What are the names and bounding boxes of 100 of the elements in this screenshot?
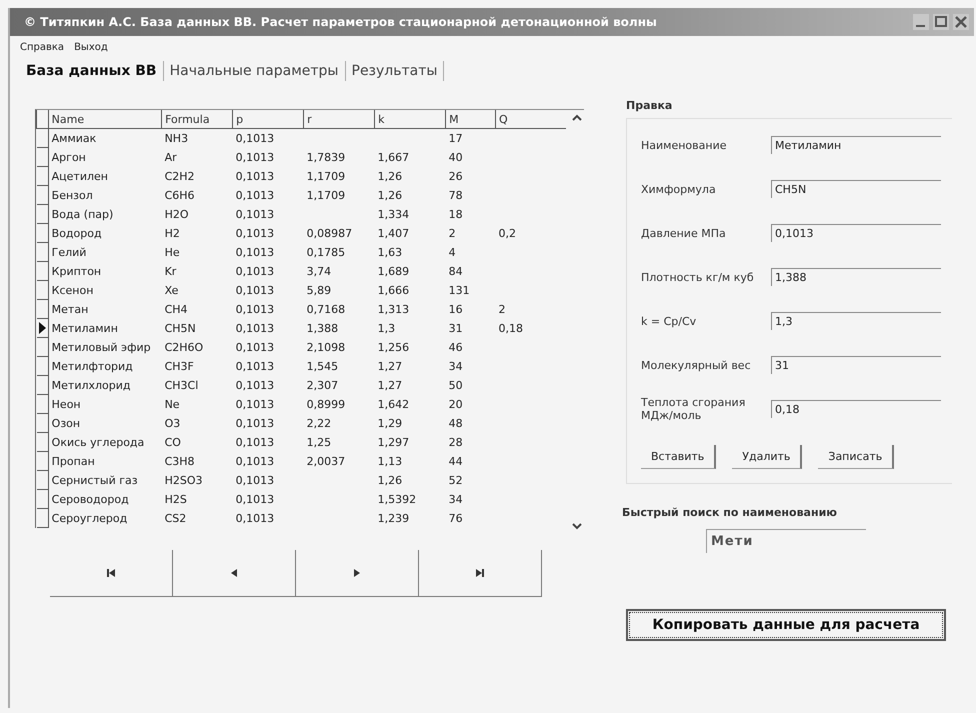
menu-item[interactable]: Справка bbox=[20, 42, 64, 53]
table-cell: 3,74 bbox=[306, 264, 332, 278]
table-cell: H2O bbox=[164, 208, 189, 220]
table-cell: 34 bbox=[448, 360, 463, 372]
table-cell: 2,1098 bbox=[306, 340, 346, 354]
tab[interactable]: База данных ВВ bbox=[20, 61, 164, 81]
table-cell: 1,25 bbox=[306, 436, 332, 448]
table-cell: 50 bbox=[448, 378, 463, 392]
field-label: Химформула bbox=[641, 182, 717, 196]
input-field[interactable]: 31 bbox=[771, 356, 941, 374]
table-cell: Ацетилен bbox=[52, 170, 108, 182]
field-label: Плотность кг/м куб bbox=[641, 270, 755, 284]
table-cell: 5,89 bbox=[306, 284, 332, 296]
table-cell: Ксенон bbox=[52, 284, 94, 296]
action-button[interactable]: Записать bbox=[818, 445, 894, 469]
table-cell: 1,63 bbox=[378, 246, 402, 258]
field-label: Наименование bbox=[641, 138, 728, 152]
table-cell: 0,1013 bbox=[236, 132, 274, 145]
table-cell: 0,8999 bbox=[306, 398, 346, 410]
scroll-down-icon[interactable] bbox=[572, 523, 582, 530]
table-cell: 0,1013 bbox=[236, 170, 274, 182]
table-cell: 2,0037 bbox=[306, 454, 346, 468]
table-cell: Сероуглерод bbox=[52, 512, 128, 524]
table-cell: 1,27 bbox=[378, 378, 402, 392]
column-header[interactable]: Q bbox=[495, 110, 566, 128]
table-cell: 0,1013 bbox=[236, 360, 274, 372]
table-cell: 0,1013 bbox=[236, 264, 274, 278]
table-cell: 0,1013 bbox=[236, 454, 274, 468]
table-cell: 2 bbox=[498, 302, 506, 316]
search-field[interactable]: Мети bbox=[706, 529, 866, 553]
table-cell: 1,26 bbox=[378, 474, 402, 486]
table-cell: Kr bbox=[164, 264, 176, 278]
table-cell: CH4 bbox=[164, 302, 188, 316]
column-header[interactable]: k bbox=[374, 110, 446, 128]
table-cell: 0,1013 bbox=[236, 322, 274, 334]
field-label: Теплота сгорания МДж/моль bbox=[641, 396, 746, 422]
table-cell: C3H8 bbox=[164, 454, 195, 468]
table-cell: Неон bbox=[52, 398, 81, 410]
table-cell: Метилфторид bbox=[52, 360, 133, 372]
input-field[interactable]: 1,3 bbox=[771, 312, 941, 330]
menu-item[interactable]: Выход bbox=[74, 42, 108, 53]
table-cell: 1,239 bbox=[378, 512, 410, 524]
column-header[interactable]: r bbox=[304, 110, 375, 128]
action-button[interactable]: Вставить bbox=[641, 445, 716, 469]
table-cell: 18 bbox=[448, 208, 463, 220]
input-field[interactable]: 0,1013 bbox=[771, 224, 941, 242]
table-cell: 26 bbox=[448, 170, 463, 182]
table-cell: 1,1709 bbox=[306, 188, 346, 202]
table-cell: C6H6 bbox=[164, 188, 195, 202]
table-cell: 0,1013 bbox=[236, 188, 274, 202]
table-cell: 48 bbox=[448, 416, 463, 430]
table-cell: O3 bbox=[164, 416, 180, 430]
search-label: Быстрый поиск по наименованию bbox=[622, 506, 837, 519]
input-field[interactable]: CH5N bbox=[771, 180, 941, 198]
table-cell: 28 bbox=[448, 436, 463, 448]
table-cell: Ne bbox=[164, 398, 180, 410]
maximize-icon[interactable] bbox=[932, 13, 950, 31]
table-cell: 1,5392 bbox=[378, 492, 416, 506]
table-cell: Сероводород bbox=[52, 492, 129, 506]
table-cell: 16 bbox=[448, 302, 463, 316]
table-cell: 4 bbox=[448, 246, 456, 258]
field-label: Давление МПа bbox=[641, 226, 727, 240]
tab[interactable]: Результаты bbox=[346, 61, 444, 81]
table-cell: CH5N bbox=[164, 322, 196, 334]
minimize-icon[interactable] bbox=[912, 13, 930, 31]
table-cell: 0,1013 bbox=[236, 492, 274, 506]
table-cell: 1,313 bbox=[378, 302, 410, 316]
table-cell: Сернистый газ bbox=[52, 474, 138, 486]
table-cell: 0,1013 bbox=[236, 246, 274, 258]
table-cell: 1,642 bbox=[378, 398, 410, 410]
table-cell: Ar bbox=[164, 150, 177, 164]
tab[interactable]: Начальные параметры bbox=[164, 61, 346, 81]
table-cell: 0,1013 bbox=[236, 378, 274, 392]
table-cell: 1,26 bbox=[378, 170, 402, 182]
close-icon[interactable] bbox=[952, 13, 970, 31]
scroll-up-icon[interactable] bbox=[572, 114, 582, 121]
copy-data-button[interactable]: Копировать данные для расчета bbox=[626, 609, 946, 641]
column-header[interactable]: Formula bbox=[162, 110, 233, 128]
table-cell: Xe bbox=[164, 284, 178, 296]
table-cell: 52 bbox=[448, 474, 463, 486]
table-cell: 40 bbox=[448, 150, 463, 164]
table-cell: 2 bbox=[448, 226, 456, 240]
table-cell: 78 bbox=[448, 188, 463, 202]
table-cell: Аргон bbox=[52, 150, 86, 164]
action-button[interactable]: Удалить bbox=[732, 445, 802, 469]
column-header[interactable]: p bbox=[232, 110, 304, 128]
table-cell: 1,667 bbox=[378, 150, 410, 164]
skip-end-icon bbox=[475, 568, 485, 578]
input-field[interactable]: 0,18 bbox=[771, 400, 941, 418]
column-header[interactable]: Name bbox=[48, 110, 162, 128]
table-cell: 1,545 bbox=[306, 360, 338, 372]
column-header[interactable]: M bbox=[446, 110, 496, 128]
input-field[interactable]: 1,388 bbox=[771, 268, 941, 286]
table-cell: 0,1785 bbox=[306, 246, 346, 258]
table-cell: Криптон bbox=[52, 264, 102, 278]
table-cell: Гелий bbox=[52, 246, 86, 258]
table-cell: 1,388 bbox=[306, 322, 338, 334]
table-cell: Метиламин bbox=[52, 322, 118, 334]
table-cell: 0,7168 bbox=[306, 302, 346, 316]
input-field[interactable]: Метиламин bbox=[771, 136, 941, 154]
